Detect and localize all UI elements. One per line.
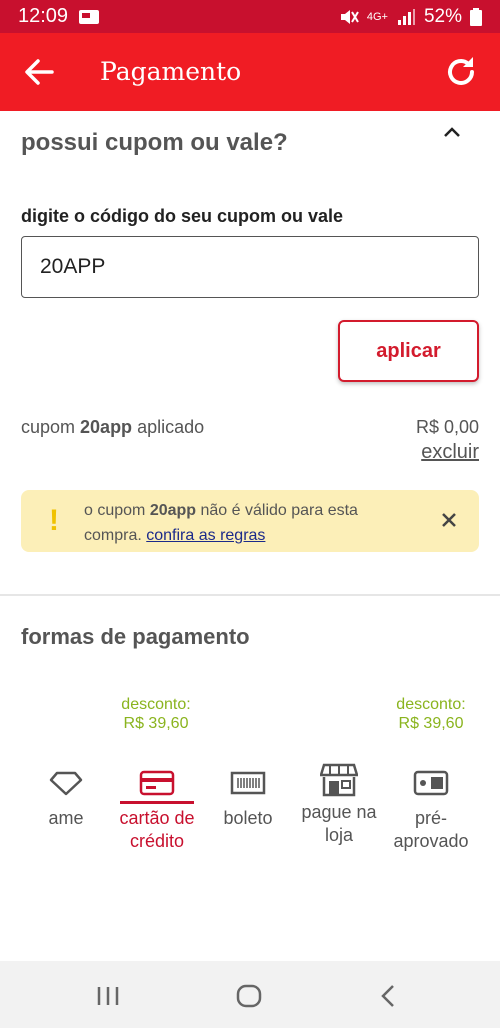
arrow-left-icon[interactable] [22, 55, 56, 89]
coupon-applied-text: cupom 20app aplicado [21, 417, 204, 438]
coupon-discount-value: R$ 0,00 [415, 417, 479, 437]
payment-option-store[interactable]: pague na loja [289, 763, 389, 847]
discount-label-preapproved: desconto: R$ 39,60 [366, 695, 496, 733]
discount-label: desconto: [121, 696, 191, 713]
applied-prefix: cupom [21, 417, 81, 437]
section-divider [0, 594, 500, 596]
payment-option-label: pague na loja [301, 802, 377, 845]
back-nav-icon[interactable] [378, 983, 398, 1009]
payment-option-credit-card[interactable]: cartão de crédito [107, 769, 207, 853]
payment-option-boleto[interactable]: boleto [198, 769, 298, 830]
network-type: 4G+ [366, 10, 388, 23]
remove-coupon-link[interactable]: excluir [421, 441, 479, 464]
payment-option-ame[interactable]: ame [16, 769, 116, 830]
selected-tab-indicator [120, 801, 194, 804]
payment-methods-title: formas de pagamento [21, 624, 250, 649]
payment-option-label: pré-aprovado [393, 808, 469, 851]
preapproved-card-icon [413, 770, 449, 796]
home-icon[interactable] [235, 983, 263, 1009]
status-bar: 12:09 4G+ 52% [0, 0, 500, 33]
discount-value: R$ 39,60 [123, 715, 189, 732]
discount-label-credit: desconto: R$ 39,60 [91, 695, 221, 733]
app-bar: Pagamento [0, 33, 500, 111]
warning-message: o cupom 20app não é válido para esta com… [84, 498, 404, 548]
page-title: Pagamento [100, 57, 242, 86]
chevron-up-icon[interactable] [442, 125, 462, 139]
discount-value: R$ 39,60 [398, 715, 464, 732]
warning-code: 20app [149, 502, 197, 519]
payment-content: possui cupom ou vale? digite o código do… [0, 111, 500, 961]
rules-link[interactable]: confira as regras [146, 527, 265, 544]
mute-icon [340, 9, 359, 24]
coupon-field-label: digite o código do seu cupom ou vale [21, 206, 344, 226]
payment-option-label: cartão de crédito [119, 808, 195, 851]
discount-label: desconto: [396, 696, 466, 713]
close-icon[interactable] [439, 510, 459, 530]
diamond-icon [49, 771, 83, 796]
battery-icon [470, 7, 482, 26]
battery-percent: 52% [423, 5, 462, 27]
coupon-code-input[interactable] [21, 236, 479, 298]
payment-option-label: boleto [223, 808, 273, 828]
store-icon [320, 763, 358, 797]
coupon-warning-banner: ! o cupom 20app não é válido para esta c… [21, 490, 479, 552]
refresh-icon[interactable] [442, 53, 480, 91]
notification-icon [79, 9, 100, 24]
coupon-section-title: possui cupom ou vale? [21, 129, 288, 156]
recent-apps-icon[interactable] [96, 985, 120, 1007]
payment-option-preapproved[interactable]: pré-aprovado [381, 769, 481, 853]
signal-icon [397, 8, 415, 25]
payment-option-label: ame [48, 808, 84, 828]
warning-prefix: o cupom [84, 502, 150, 519]
applied-suffix: aplicado [132, 417, 205, 437]
barcode-icon [230, 771, 266, 795]
status-time: 12:09 [18, 5, 69, 27]
applied-code: 20app [80, 417, 133, 437]
credit-card-icon [139, 770, 175, 796]
apply-coupon-button[interactable]: aplicar [338, 320, 479, 382]
system-nav-bar [0, 961, 500, 1028]
warning-icon: ! [49, 504, 59, 537]
